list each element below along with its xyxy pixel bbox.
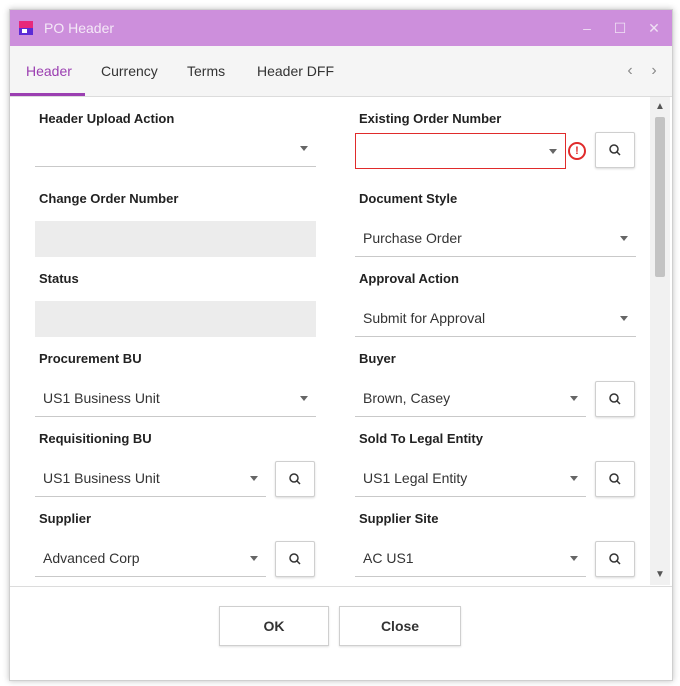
chevron-down-icon (620, 316, 628, 321)
ok-button[interactable]: OK (219, 606, 329, 646)
chevron-down-icon (549, 149, 557, 154)
tab-bar: Header Currency Terms Header DFF ‹ › (10, 46, 672, 97)
tab-header-dff[interactable]: Header DFF (257, 63, 334, 79)
search-icon (289, 553, 301, 565)
vertical-scrollbar[interactable]: ▲ ▼ (650, 97, 670, 585)
tab-prev-arrow-icon[interactable]: ‹ (620, 60, 640, 82)
buyer-label: Buyer (359, 351, 396, 366)
status-label: Status (39, 271, 79, 286)
supplier-select[interactable]: Advanced Corp (35, 541, 266, 577)
chevron-down-icon (250, 556, 258, 561)
close-window-button[interactable]: ✕ (644, 18, 664, 38)
tab-currency[interactable]: Currency (101, 63, 158, 79)
scroll-up-icon[interactable]: ▲ (650, 99, 670, 115)
buyer-search-button[interactable] (595, 381, 635, 417)
supplier-label: Supplier (39, 511, 92, 526)
chevron-down-icon (570, 556, 578, 561)
search-icon (609, 473, 621, 485)
document-style-select[interactable]: Purchase Order (355, 221, 636, 257)
sold-to-legal-entity-label: Sold To Legal Entity (359, 431, 483, 446)
search-icon (609, 553, 621, 565)
procurement-bu-select[interactable]: US1 Business Unit (35, 381, 316, 417)
sold-to-legal-entity-select[interactable]: US1 Legal Entity (355, 461, 586, 497)
header-upload-action-label: Header Upload Action (39, 111, 175, 126)
po-header-dialog: PO Header – ☐ ✕ Header Currency Terms He… (9, 9, 673, 681)
search-icon (289, 473, 301, 485)
requisitioning-bu-label: Requisitioning BU (39, 431, 152, 446)
requisitioning-bu-search-button[interactable] (275, 461, 315, 497)
supplier-site-select[interactable]: AC US1 (355, 541, 586, 577)
scroll-down-icon[interactable]: ▼ (650, 567, 670, 583)
tab-header[interactable]: Header (26, 63, 72, 79)
form-content: Header Upload Action Existing Order Numb… (10, 97, 650, 585)
change-order-number-label: Change Order Number (39, 191, 179, 206)
dialog-footer: OK Close (10, 586, 672, 680)
chevron-down-icon (250, 476, 258, 481)
chevron-down-icon (570, 476, 578, 481)
supplier-site-search-button[interactable] (595, 541, 635, 577)
existing-order-number-label: Existing Order Number (359, 111, 502, 126)
existing-order-number-select[interactable] (355, 133, 566, 169)
sold-to-legal-entity-search-button[interactable] (595, 461, 635, 497)
chevron-down-icon (620, 236, 628, 241)
app-icon (19, 21, 33, 35)
supplier-search-button[interactable] (275, 541, 315, 577)
chevron-down-icon (300, 146, 308, 151)
search-icon (609, 393, 621, 405)
tab-next-arrow-icon[interactable]: › (644, 60, 664, 82)
requisitioning-bu-select[interactable]: US1 Business Unit (35, 461, 266, 497)
close-button[interactable]: Close (339, 606, 461, 646)
procurement-bu-label: Procurement BU (39, 351, 142, 366)
status-field (35, 301, 316, 337)
minimize-button[interactable]: – (577, 18, 597, 38)
chevron-down-icon (570, 396, 578, 401)
change-order-number-field (35, 221, 316, 257)
scrollbar-thumb[interactable] (655, 117, 665, 277)
window-title: PO Header (44, 20, 115, 36)
search-icon (609, 144, 621, 156)
error-icon: ! (568, 142, 586, 160)
title-bar[interactable]: PO Header – ☐ ✕ (10, 10, 672, 46)
supplier-site-label: Supplier Site (359, 511, 439, 526)
approval-action-select[interactable]: Submit for Approval (355, 301, 636, 337)
tab-terms[interactable]: Terms (187, 63, 225, 79)
buyer-select[interactable]: Brown, Casey (355, 381, 586, 417)
maximize-button[interactable]: ☐ (610, 18, 630, 38)
chevron-down-icon (300, 396, 308, 401)
approval-action-label: Approval Action (359, 271, 459, 286)
document-style-label: Document Style (359, 191, 458, 206)
active-tab-indicator (10, 93, 85, 96)
header-upload-action-select[interactable] (35, 131, 316, 167)
existing-order-search-button[interactable] (595, 132, 635, 168)
